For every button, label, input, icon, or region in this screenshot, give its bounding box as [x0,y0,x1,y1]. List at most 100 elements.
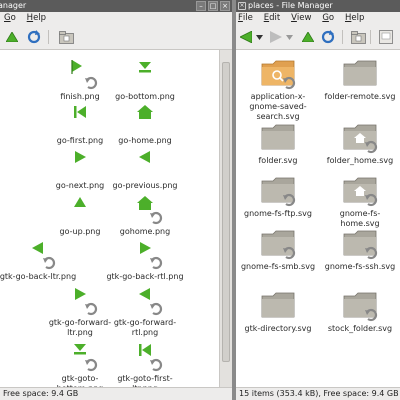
reload-icon [321,30,335,44]
back-history-dropdown[interactable] [254,29,264,45]
window-menu-icon[interactable]: × [238,2,246,10]
view-icon [379,30,393,44]
file-label: gohome.png [119,227,171,236]
file-label: gnome-fs-ftp.svg [244,209,312,218]
file-label: gnome-fs- home.svg [339,209,381,228]
file-label: gtk-directory.svg [244,324,312,333]
home-folder-icon [350,30,366,44]
file-label: go-home.png [118,136,172,145]
left-icon-view[interactable]: finish.png go-bottom.png go-first.png go… [0,50,232,387]
forward-arrow-icon [270,31,282,43]
maximize-button[interactable]: □ [208,1,218,11]
right-icon-view[interactable]: application-x- gnome-saved- search.svg f… [236,50,400,387]
view-button[interactable] [378,29,394,45]
up-button[interactable] [4,29,20,45]
file-label: gtk-go-back-ltr.png [0,272,77,281]
left-toolbar [0,25,232,50]
forward-button[interactable] [268,29,284,45]
link-badge-icon [365,193,378,207]
back-button[interactable] [238,29,254,45]
right-statusbar: 15 items (353.4 kB), Free space: 9.4 GB [236,387,400,400]
reload-button[interactable] [26,29,42,45]
up-arrow-icon [302,32,314,42]
file-item[interactable]: folder-remote.svg [320,58,400,102]
link-badge-icon [365,246,378,260]
file-item[interactable]: folder_home.svg [320,122,400,166]
link-badge-icon [150,302,163,316]
file-item[interactable]: application-x- gnome-saved- search.svg [238,58,318,122]
menu-help[interactable]: Help [23,12,50,25]
file-label: stock_folder.svg [327,324,393,333]
link-badge-icon [85,358,98,372]
up-button[interactable] [300,29,316,45]
right-titlebar[interactable]: × places - File Manager [236,0,400,12]
file-label: folder-remote.svg [324,92,396,101]
link-badge-icon [43,256,56,270]
file-label: folder_home.svg [326,156,394,165]
menu-edit[interactable]: Edit [260,12,284,25]
left-window-title: anager [0,1,27,10]
right-file-manager-window: × places - File Manager File Edit View G… [236,0,400,400]
file-label: application-x- gnome-saved- search.svg [249,92,307,121]
right-menubar: File Edit View Go Help [236,12,400,25]
link-badge-icon [283,246,296,260]
file-label: go-bottom.png [115,92,175,101]
menu-go[interactable]: Go [0,12,20,25]
file-item[interactable]: gnome-fs-ftp.svg [238,175,318,219]
file-item[interactable]: go-bottom.png [105,58,185,102]
file-item[interactable]: gtk-go-back-ltr.png [0,238,78,282]
right-window-title: places - File Manager [248,1,333,10]
reload-icon [27,30,41,44]
file-item[interactable]: gohome.png [105,193,185,237]
file-item[interactable]: gnome-fs-smb.svg [238,228,318,272]
file-label: gnome-fs-smb.svg [240,262,316,271]
file-label: go-previous.png [112,181,178,190]
file-label: folder.svg [258,156,298,165]
link-badge-icon [283,76,296,90]
menu-file[interactable]: File [236,12,257,25]
minimize-button[interactable]: – [196,1,206,11]
link-badge-icon [283,193,296,207]
forward-history-dropdown[interactable] [284,29,294,45]
link-badge-icon [150,256,163,270]
file-item[interactable]: gtk-go-forward- rtl.png [105,284,185,338]
file-item[interactable]: stock_folder.svg [320,290,400,334]
chevron-down-icon [255,34,263,40]
link-badge-icon [365,140,378,154]
file-item[interactable]: gnome-fs- home.svg [320,175,400,229]
link-badge-icon [85,76,98,90]
scrollbar-thumb[interactable] [222,62,230,362]
file-item[interactable]: go-home.png [105,102,185,146]
menu-help[interactable]: Help [341,12,368,25]
file-label: gtk-go-forward- rtl.png [113,318,177,337]
home-folder-icon [58,30,74,44]
file-item[interactable]: gtk-go-back-rtl.png [105,238,185,282]
right-toolbar [236,25,400,50]
link-badge-icon [365,308,378,322]
file-item[interactable]: gtk-directory.svg [238,290,318,334]
left-statusbar: Free space: 9.4 GB [0,387,232,400]
file-item[interactable]: folder.svg [238,122,318,166]
home-button[interactable] [350,29,366,45]
link-badge-icon [150,358,163,372]
link-badge-icon [85,302,98,316]
left-file-manager-window: anager – □ × Go Help finish.png go-botto… [0,0,232,400]
left-menubar: Go Help [0,12,232,25]
menu-go[interactable]: Go [318,12,338,25]
file-label: gnome-fs-ssh.svg [324,262,396,271]
file-item[interactable]: gtk-goto-first- ltr.png [105,340,185,387]
file-item[interactable]: go-previous.png [105,147,185,191]
left-scrollbar[interactable] [219,50,232,387]
reload-button[interactable] [320,29,336,45]
menu-view[interactable]: View [287,12,315,25]
close-button[interactable]: × [220,1,230,11]
file-label: gtk-go-back-rtl.png [106,272,184,281]
back-arrow-icon [240,31,252,43]
left-titlebar[interactable]: anager – □ × [0,0,232,12]
file-label: gtk-goto-first- ltr.png [117,374,173,387]
link-badge-icon [150,211,163,225]
chevron-down-icon [285,34,293,40]
file-item[interactable]: gnome-fs-ssh.svg [320,228,400,272]
up-arrow-icon [6,32,18,42]
home-button[interactable] [58,29,74,45]
